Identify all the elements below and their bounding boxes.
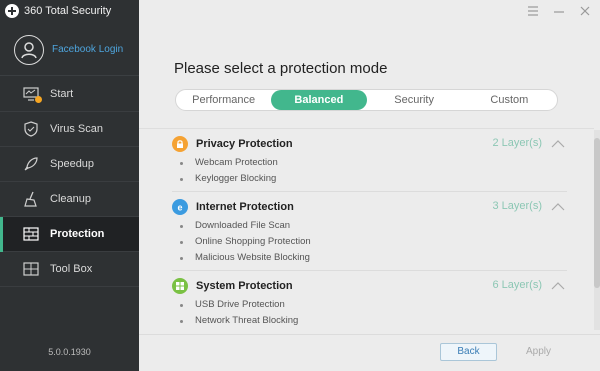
section-title: Privacy Protection (196, 138, 293, 150)
list-item: Malicious Website Blocking (180, 250, 567, 266)
list-item: Keylogger Blocking (180, 171, 567, 187)
section-system-protection: System Protection 6 Layer(s) USB Drive P… (172, 275, 567, 329)
layer-count: 2 Layer(s) (492, 137, 542, 149)
sidebar-item-start[interactable]: Start (0, 77, 139, 112)
sidebar-item-speedup[interactable]: Speedup (0, 147, 139, 182)
toolbox-icon (22, 260, 40, 278)
windows-icon (172, 278, 188, 294)
list-item: Webcam Protection (180, 155, 567, 171)
window-controls (526, 4, 592, 18)
menu-icon[interactable] (526, 4, 540, 18)
section-title: System Protection (196, 280, 293, 292)
shield-icon (22, 120, 40, 138)
sidebar-item-cleanup[interactable]: Cleanup (0, 182, 139, 217)
section-items: USB Drive Protection Network Threat Bloc… (180, 297, 567, 329)
divider (172, 191, 567, 192)
facebook-login-link[interactable]: Facebook Login (52, 44, 123, 55)
close-icon[interactable] (578, 4, 592, 18)
chevron-up-icon[interactable] (551, 281, 565, 293)
sidebar-nav: Start Virus Scan Speedup Cleanup Protect… (0, 77, 139, 287)
svg-text:e: e (177, 203, 182, 213)
back-button[interactable]: Back (440, 343, 497, 361)
warning-badge-icon (35, 96, 42, 103)
avatar-icon[interactable] (14, 34, 44, 65)
app-title: 360 Total Security (24, 5, 112, 17)
profile-area: Facebook Login (0, 24, 139, 76)
protection-mode-selector: Performance Balanced Security Custom (175, 89, 558, 111)
list-item: Online Shopping Protection (180, 234, 567, 250)
protection-layers-list: Privacy Protection 2 Layer(s) Webcam Pro… (139, 128, 594, 334)
section-header[interactable]: e Internet Protection 3 Layer(s) (172, 196, 567, 218)
app-titlebar: 360 Total Security (0, 0, 139, 22)
layer-count: 3 Layer(s) (492, 200, 542, 212)
sidebar-item-label: Cleanup (50, 193, 91, 205)
section-items: Webcam Protection Keylogger Blocking (180, 155, 567, 187)
bullet-icon (180, 161, 183, 165)
sidebar-item-virus-scan[interactable]: Virus Scan (0, 112, 139, 147)
divider (172, 270, 567, 271)
bullet-icon (180, 240, 183, 244)
bullet-icon (180, 303, 183, 307)
sidebar-item-label: Start (50, 88, 74, 100)
list-item: USB Drive Protection (180, 297, 567, 313)
list-item: Downloaded File Scan (180, 218, 567, 234)
sidebar-item-label: Tool Box (50, 263, 93, 275)
mode-tab-balanced[interactable]: Balanced (271, 90, 367, 110)
app-logo-icon (5, 4, 19, 18)
sidebar-item-label: Speedup (50, 158, 95, 170)
list-item: Network Threat Blocking (180, 313, 567, 329)
scrollbar-thumb[interactable] (594, 138, 600, 288)
bullet-icon (180, 177, 183, 181)
browser-icon: e (172, 199, 188, 215)
bullet-icon (180, 319, 183, 323)
section-header[interactable]: System Protection 6 Layer(s) (172, 275, 567, 297)
bullet-icon (180, 256, 183, 260)
mode-tab-custom[interactable]: Custom (462, 90, 557, 110)
section-header[interactable]: Privacy Protection 2 Layer(s) (172, 133, 567, 155)
version-label: 5.0.0.1930 (48, 347, 91, 357)
bullet-icon (180, 224, 183, 228)
apply-button[interactable]: Apply (510, 343, 567, 361)
main-panel: Please select a protection mode Performa… (139, 0, 600, 371)
layer-count: 6 Layer(s) (492, 279, 542, 291)
section-title: Internet Protection (196, 201, 294, 213)
broom-icon (22, 190, 40, 208)
section-items: Downloaded File Scan Online Shopping Pro… (180, 218, 567, 266)
footer-bar: Back Apply (139, 334, 600, 371)
chevron-up-icon[interactable] (551, 139, 565, 151)
sidebar-item-protection[interactable]: Protection (0, 217, 139, 252)
mode-tab-performance[interactable]: Performance (176, 90, 271, 110)
minimize-icon[interactable] (552, 4, 566, 18)
sidebar-item-tool-box[interactable]: Tool Box (0, 252, 139, 287)
firewall-icon (22, 225, 40, 243)
mode-tab-security[interactable]: Security (367, 90, 462, 110)
sidebar-item-label: Virus Scan (50, 123, 103, 135)
rocket-icon (22, 155, 40, 173)
sidebar-item-label: Protection (50, 228, 105, 240)
chevron-up-icon[interactable] (551, 202, 565, 214)
section-privacy-protection: Privacy Protection 2 Layer(s) Webcam Pro… (172, 133, 567, 187)
section-internet-protection: e Internet Protection 3 Layer(s) Downloa… (172, 196, 567, 266)
sidebar: 360 Total Security Facebook Login Start … (0, 0, 139, 371)
page-title: Please select a protection mode (174, 60, 388, 77)
scrollbar[interactable] (594, 130, 600, 330)
lock-icon (172, 136, 188, 152)
